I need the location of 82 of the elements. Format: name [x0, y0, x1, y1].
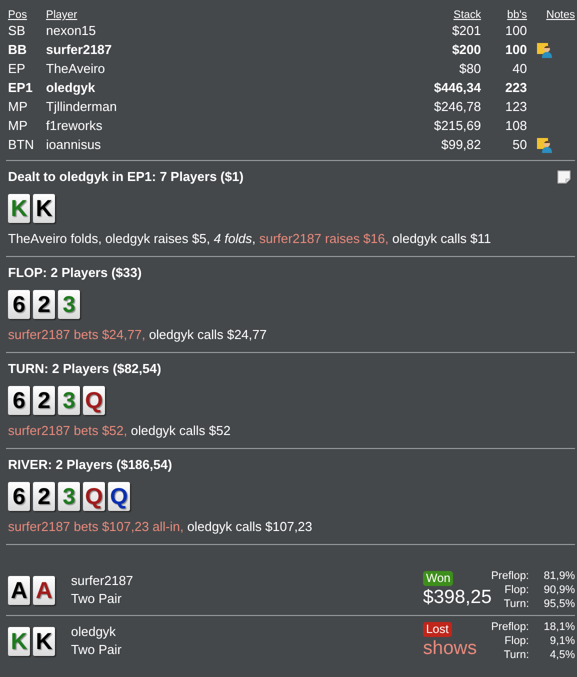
playing-card: Q: [83, 386, 105, 415]
table-cell: f1reworks: [46, 118, 102, 133]
equity-label: Preflop:: [491, 569, 529, 583]
table-cell: ioannisus: [46, 137, 101, 152]
hand-rank: Two Pair: [71, 590, 123, 608]
table-cell: 50: [512, 137, 527, 152]
table-cell: oledgyk: [46, 80, 96, 95]
table-cell-text: EP: [7, 61, 26, 76]
person-note-icon[interactable]: [537, 42, 553, 58]
player-name: surfer2187: [71, 572, 134, 590]
playing-card: 3: [58, 290, 80, 319]
table-cell-text: BTN: [7, 137, 34, 152]
column-header[interactable]: Pos: [6, 9, 27, 21]
table-cell-text: MP: [7, 118, 28, 133]
street-title: TURN: 2 Players ($82,54): [8, 361, 162, 376]
equity-value: 9,1%: [550, 634, 575, 648]
table-cell: $200: [452, 42, 481, 57]
hand-rank: Two Pair: [71, 641, 123, 659]
column-header[interactable]: Player: [46, 9, 78, 21]
table-cell: 100: [505, 42, 527, 57]
playing-card: Q: [108, 482, 130, 511]
table-cell: 108: [505, 118, 527, 133]
equity-value: 4,5%: [550, 648, 575, 662]
action-line: surfer2187 bets $24,77, oledgyk calls $24,77: [7, 327, 268, 342]
playing-card: 6: [8, 482, 30, 511]
equity-label: Preflop:: [491, 620, 529, 634]
equity-label: Turn:: [504, 648, 529, 662]
equity-value: 95,5%: [544, 597, 575, 611]
result-badge: Won: [423, 570, 454, 586]
table-cell: $99,82: [441, 137, 481, 152]
table-cell-text: EP1: [7, 80, 33, 95]
action-line: surfer2187 bets $107,23 all-in, oledgyk calls $107,23: [7, 519, 314, 534]
column-header[interactable]: Stack: [453, 9, 481, 21]
playing-card: K: [33, 194, 55, 223]
table-cell: 40: [512, 61, 527, 76]
column-header[interactable]: bb's: [507, 9, 527, 21]
playing-card: K: [8, 626, 30, 656]
table-cell-text: BB: [7, 42, 27, 57]
playing-card: 2: [33, 290, 55, 319]
playing-card: 3: [58, 386, 80, 415]
person-note-icon[interactable]: [537, 136, 553, 152]
playing-card: 6: [8, 290, 30, 319]
action-line: surfer2187 bets $52, oledgyk calls $52: [7, 423, 232, 438]
result-amount: $398,25: [423, 586, 492, 610]
table-cell: 123: [505, 99, 527, 114]
table-cell: $446,34: [434, 80, 481, 95]
street-title: FLOP: 2 Players ($33): [8, 265, 142, 280]
playing-card: A: [8, 576, 30, 604]
equity-label: Turn:: [504, 597, 529, 611]
playing-card: 6: [8, 386, 30, 415]
street-title: RIVER: 2 Players ($186,54): [8, 457, 172, 472]
table-cell: $246,78: [434, 99, 481, 114]
result-amount: shows: [423, 636, 477, 660]
equity-value: 81,9%: [544, 569, 575, 583]
table-cell: 223: [505, 80, 527, 95]
equity-label: Flop:: [504, 634, 529, 648]
playing-card: 3: [58, 482, 80, 511]
table-cell: nexon15: [46, 23, 96, 38]
table-cell: Tjllinderman: [46, 99, 117, 114]
result-badge: Lost: [423, 622, 452, 636]
street-title: Dealt to oledgyk in EP1: 7 Players ($1): [8, 169, 244, 184]
playing-card: A: [33, 576, 55, 604]
table-cell: $80: [459, 61, 481, 76]
table-cell: $201: [452, 23, 481, 38]
equity-value: 90,9%: [544, 583, 575, 597]
player-name: oledgyk: [71, 623, 117, 641]
equity-value: 18,1%: [544, 620, 575, 634]
table-cell: surfer2187: [46, 42, 112, 57]
column-header[interactable]: Notes: [546, 9, 575, 21]
table-cell: TheAveiro: [46, 61, 106, 76]
table-cell: 100: [505, 23, 527, 38]
equity-label: Flop:: [504, 583, 529, 597]
playing-card: 2: [33, 482, 55, 511]
action-line: TheAveiro folds, oledgyk raises $5, 4 folds, surfer2187 raises $16, oledgyk calls $11: [7, 231, 492, 246]
table-cell: $215,69: [434, 118, 481, 133]
table-cell-text: MP: [7, 99, 28, 114]
table-cell-text: SB: [7, 23, 26, 38]
playing-card: K: [33, 626, 55, 656]
playing-card: 2: [33, 386, 55, 415]
playing-card: Q: [83, 482, 105, 511]
note-icon[interactable]: [557, 170, 571, 184]
playing-card: K: [8, 194, 30, 223]
